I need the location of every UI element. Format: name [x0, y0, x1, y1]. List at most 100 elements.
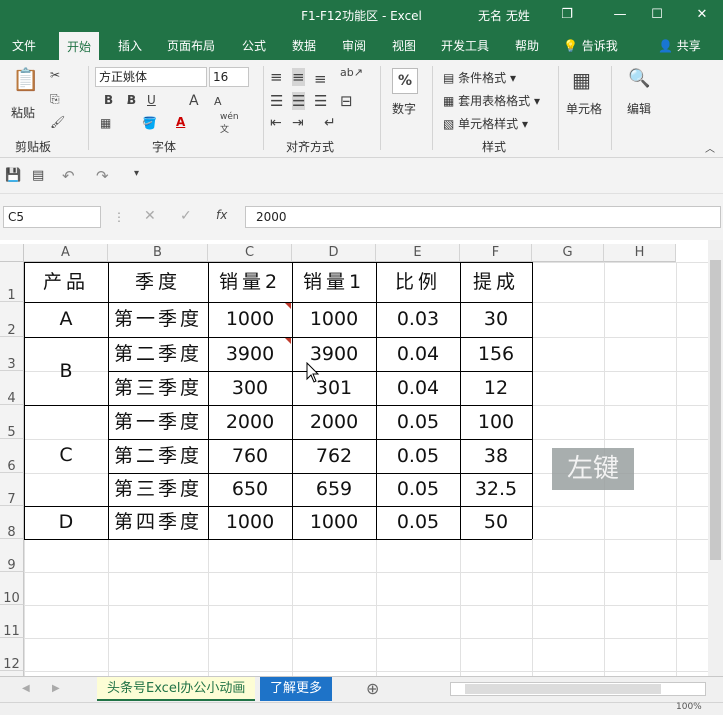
- prev-sheet-icon[interactable]: ◀: [22, 683, 30, 694]
- close-button[interactable]: ✕: [690, 4, 714, 26]
- italic-button[interactable]: I: [127, 93, 131, 107]
- header-cell[interactable]: 比例: [376, 262, 460, 302]
- conditional-formatting-button[interactable]: ▤ 条件格式 ▾: [443, 69, 516, 86]
- value-cell[interactable]: 0.05: [376, 439, 460, 473]
- form-icon[interactable]: ▤: [32, 168, 44, 183]
- bold-btn[interactable]: B: [104, 93, 113, 107]
- value-cell[interactable]: 0.03: [376, 302, 460, 337]
- value-cell[interactable]: 38: [460, 439, 532, 473]
- value-cell[interactable]: 3900: [208, 337, 292, 371]
- cut-icon[interactable]: ✂: [50, 68, 60, 82]
- align-bottom-icon[interactable]: ≡: [314, 70, 327, 88]
- tell-me-search[interactable]: 💡 告诉我: [563, 32, 618, 60]
- user-name[interactable]: 无名 无姓: [478, 7, 530, 24]
- grow-font-button[interactable]: A: [189, 93, 199, 109]
- tab-review[interactable]: 审阅: [342, 32, 366, 60]
- column-header-h[interactable]: H: [604, 244, 676, 262]
- column-header-f[interactable]: F: [460, 244, 532, 262]
- column-header-c[interactable]: C: [208, 244, 292, 262]
- editing-button[interactable]: 编辑: [627, 100, 651, 117]
- product-cell[interactable]: C: [24, 405, 108, 506]
- quarter-cell[interactable]: 第四季度: [108, 506, 208, 539]
- align-center-icon[interactable]: ☰: [292, 92, 306, 110]
- scroll-thumb[interactable]: [710, 260, 721, 560]
- header-cell[interactable]: 销量2: [208, 262, 292, 302]
- value-cell[interactable]: 0.04: [376, 371, 460, 405]
- tab-formulas[interactable]: 公式: [242, 32, 266, 60]
- value-cell[interactable]: 32.5: [460, 473, 532, 506]
- quarter-cell[interactable]: 第三季度: [108, 371, 208, 405]
- font-name-select[interactable]: 方正姚体: [95, 67, 207, 87]
- value-cell[interactable]: 1000: [292, 302, 376, 337]
- tab-developer[interactable]: 开发工具: [441, 32, 489, 60]
- cells-button[interactable]: 单元格: [566, 100, 602, 117]
- font-size-select[interactable]: 16: [209, 67, 249, 87]
- minimize-button[interactable]: —: [608, 4, 632, 26]
- underline-button[interactable]: U: [147, 93, 156, 107]
- row-header-10[interactable]: 10: [0, 572, 24, 606]
- sheet-tab-more[interactable]: 了解更多: [260, 677, 333, 701]
- tab-help[interactable]: 帮助: [515, 32, 539, 60]
- select-all-corner[interactable]: [0, 244, 24, 262]
- row-header-5[interactable]: 5: [0, 405, 24, 440]
- row-header-12[interactable]: 12: [0, 638, 24, 672]
- insert-function-button[interactable]: fx: [216, 208, 227, 222]
- wrap-text-icon[interactable]: ↵: [324, 115, 336, 131]
- tab-page-layout[interactable]: 页面布局: [167, 32, 215, 60]
- column-header-e[interactable]: E: [376, 244, 460, 262]
- value-cell[interactable]: 1000: [208, 506, 292, 539]
- number-format-button[interactable]: 数字: [392, 100, 416, 117]
- product-cell[interactable]: D: [24, 506, 108, 539]
- h-scroll-thumb[interactable]: [465, 684, 661, 694]
- value-cell[interactable]: 2000: [208, 405, 292, 439]
- tab-insert[interactable]: 插入: [118, 32, 142, 60]
- value-cell[interactable]: 0.05: [376, 473, 460, 506]
- column-header-d[interactable]: D: [292, 244, 376, 262]
- row-header-7[interactable]: 7: [0, 473, 24, 507]
- quarter-cell[interactable]: 第二季度: [108, 439, 208, 473]
- quarter-cell[interactable]: 第二季度: [108, 337, 208, 371]
- cell-styles-button[interactable]: ▧ 单元格样式 ▾: [443, 115, 528, 132]
- merge-center-icon[interactable]: ⊟: [340, 92, 353, 110]
- horizontal-scrollbar[interactable]: [450, 682, 706, 696]
- align-right-icon[interactable]: ☰: [314, 92, 327, 110]
- value-cell[interactable]: 30: [460, 302, 532, 337]
- new-sheet-button[interactable]: ⊕: [366, 679, 379, 698]
- tab-view[interactable]: 视图: [392, 32, 416, 60]
- row-header-6[interactable]: 6: [0, 439, 24, 474]
- quarter-cell[interactable]: 第一季度: [108, 302, 208, 337]
- font-color-button[interactable]: A: [176, 115, 185, 129]
- value-cell[interactable]: 50: [460, 506, 532, 539]
- value-cell[interactable]: 762: [292, 439, 376, 473]
- maximize-button[interactable]: ☐: [645, 4, 669, 26]
- formula-input[interactable]: 2000: [245, 206, 721, 228]
- format-as-table-button[interactable]: ▦ 套用表格格式 ▾: [443, 92, 540, 109]
- value-cell[interactable]: 0.05: [376, 506, 460, 539]
- column-header-b[interactable]: B: [108, 244, 208, 262]
- save-icon[interactable]: 💾: [5, 168, 21, 183]
- customize-qat-icon[interactable]: ▾: [134, 168, 139, 179]
- value-cell[interactable]: 2000: [292, 405, 376, 439]
- vertical-scrollbar[interactable]: [708, 240, 723, 676]
- format-painter-icon[interactable]: 🖌: [50, 115, 65, 129]
- tab-file[interactable]: 文件: [12, 32, 36, 60]
- header-cell[interactable]: 提成: [460, 262, 532, 302]
- header-cell[interactable]: 季度: [108, 262, 208, 302]
- value-cell[interactable]: 301: [292, 371, 376, 405]
- product-cell[interactable]: A: [24, 302, 108, 337]
- value-cell[interactable]: 12: [460, 371, 532, 405]
- tab-data[interactable]: 数据: [292, 32, 316, 60]
- row-header-9[interactable]: 9: [0, 539, 24, 573]
- value-cell[interactable]: 0.04: [376, 337, 460, 371]
- value-cell[interactable]: 0.05: [376, 405, 460, 439]
- ribbon-display-button[interactable]: ❐: [555, 4, 579, 26]
- row-header-11[interactable]: 11: [0, 605, 24, 639]
- phonetic-guide-button[interactable]: wén 文: [220, 112, 239, 135]
- paste-button[interactable]: 粘贴: [11, 104, 35, 121]
- quarter-cell[interactable]: 第三季度: [108, 473, 208, 506]
- row-header-4[interactable]: 4: [0, 371, 24, 406]
- zoom-level[interactable]: 100%: [676, 702, 702, 712]
- value-cell[interactable]: 659: [292, 473, 376, 506]
- tab-home[interactable]: 开始: [59, 32, 100, 60]
- value-cell[interactable]: 1000: [292, 506, 376, 539]
